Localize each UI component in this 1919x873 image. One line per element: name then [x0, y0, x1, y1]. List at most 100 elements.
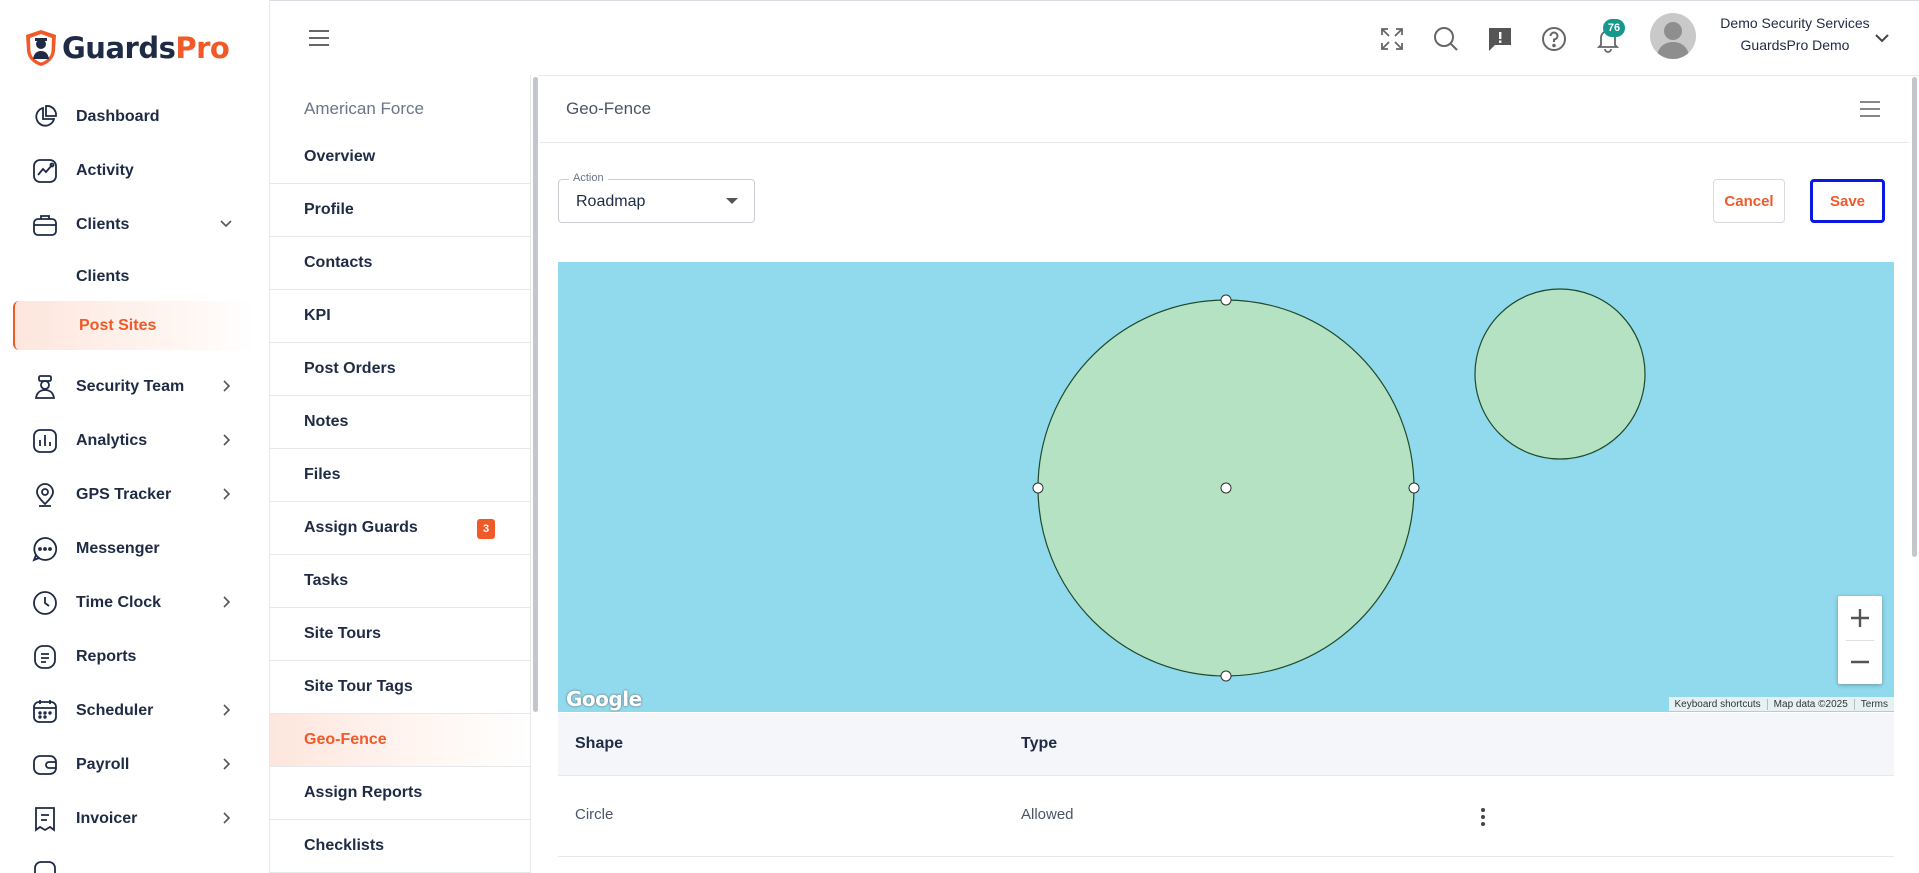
- sidebar-item-label: Scheduler: [76, 702, 154, 719]
- tab-site-tours[interactable]: Site Tours: [270, 608, 530, 661]
- sidebar-item-label: Clients: [76, 216, 130, 233]
- page-scrollbar[interactable]: [1909, 75, 1919, 873]
- tab-tasks[interactable]: Tasks: [270, 555, 530, 608]
- table-row[interactable]: Circle Allowed: [558, 776, 1894, 857]
- sidebar-item-activity[interactable]: Activity: [0, 144, 269, 198]
- sidebar-item-gps-tracker[interactable]: GPS Tracker: [0, 468, 269, 522]
- tab-post-orders[interactable]: Post Orders: [270, 343, 530, 396]
- sidebar-item-scheduler[interactable]: Scheduler: [0, 684, 269, 738]
- chevron-right-icon[interactable]: [219, 757, 233, 771]
- tab-assign-guards[interactable]: Assign Guards 3: [270, 502, 530, 555]
- location-icon: [32, 482, 58, 508]
- help-icon[interactable]: [1540, 25, 1568, 53]
- subnav-scrollbar[interactable]: [531, 75, 539, 873]
- geo-fence-circle[interactable]: [1474, 288, 1646, 460]
- table-header: Shape Type: [558, 713, 1894, 776]
- sidebar-item-invoicer[interactable]: Invoicer: [0, 792, 269, 846]
- tab-geo-fence[interactable]: Geo-Fence: [270, 714, 530, 767]
- cancel-button[interactable]: Cancel: [1713, 179, 1785, 223]
- chevron-right-icon[interactable]: [219, 487, 233, 501]
- sidebar-subitem-clients[interactable]: Clients: [0, 252, 269, 301]
- sidebar-item-messenger[interactable]: Messenger: [0, 522, 269, 576]
- terms-link[interactable]: Terms: [1853, 698, 1894, 710]
- geo-fence-table: Shape Type Circle Allowed: [558, 713, 1894, 857]
- tab-checklists[interactable]: Checklists: [270, 820, 530, 873]
- zoom-in-icon[interactable]: [1838, 596, 1882, 640]
- tab-overview[interactable]: Overview: [270, 131, 530, 184]
- hamburger-menu-icon[interactable]: [308, 29, 330, 47]
- resize-handle-bottom[interactable]: [1220, 670, 1232, 682]
- avatar[interactable]: [1650, 13, 1696, 59]
- menu-icon[interactable]: [1859, 100, 1881, 118]
- chevron-right-icon[interactable]: [219, 703, 233, 717]
- subnav-title: American Force: [304, 99, 424, 118]
- chevron-down-icon[interactable]: [1874, 31, 1890, 45]
- sidebar-item-label: Payroll: [76, 756, 130, 773]
- caret-down-icon: [726, 198, 738, 204]
- wallet-icon: [32, 752, 58, 778]
- tab-label: Assign Guards: [304, 519, 418, 536]
- sidebar-item-analytics[interactable]: Analytics: [0, 414, 269, 468]
- resize-handle-left[interactable]: [1032, 482, 1044, 494]
- zoom-out-icon[interactable]: [1838, 640, 1882, 684]
- tab-files[interactable]: Files: [270, 449, 530, 502]
- sidebar-item-security-team[interactable]: Security Team: [0, 360, 269, 414]
- tab-assign-reports[interactable]: Assign Reports: [270, 767, 530, 820]
- zoom-control: [1838, 596, 1882, 684]
- map-data-text: Map data ©2025: [1766, 698, 1854, 710]
- page-title: Geo-Fence: [566, 99, 652, 118]
- guard-icon: [32, 374, 58, 400]
- chevron-right-icon[interactable]: [219, 433, 233, 447]
- fullscreen-icon[interactable]: [1378, 25, 1406, 53]
- dispatch-icon: [32, 860, 58, 873]
- column-header-type[interactable]: Type: [1021, 735, 1057, 753]
- brand-logo[interactable]: GuardsPro: [24, 28, 230, 68]
- chevron-down-icon[interactable]: [219, 217, 233, 231]
- keyboard-shortcuts-link[interactable]: Keyboard shortcuts: [1669, 699, 1767, 710]
- save-button[interactable]: Save: [1810, 179, 1885, 223]
- user-avatar-icon: [1656, 22, 1690, 59]
- divider: [540, 142, 1909, 143]
- resize-handle-top[interactable]: [1220, 294, 1232, 306]
- feedback-icon[interactable]: [1486, 25, 1514, 53]
- chevron-right-icon[interactable]: [219, 811, 233, 825]
- activity-icon: [32, 158, 58, 184]
- sidebar-item-payroll[interactable]: Payroll: [0, 738, 269, 792]
- center-handle[interactable]: [1220, 482, 1232, 494]
- sidebar-item-label: GPS Tracker: [76, 486, 172, 503]
- chat-icon: [32, 536, 58, 562]
- geo-fence-map[interactable]: Google Keyboard shortcuts Map data ©2025…: [558, 262, 1894, 712]
- sidebar-item-label: Invoicer: [76, 810, 138, 827]
- sidebar-item-partial[interactable]: [0, 846, 269, 873]
- sidebar-item-label: Messenger: [76, 540, 160, 557]
- geo-fence-panel: Geo-Fence Action Roadmap Cancel Save Goo…: [540, 75, 1909, 873]
- tab-contacts[interactable]: Contacts: [270, 237, 530, 290]
- sidebar-item-reports[interactable]: Reports: [0, 630, 269, 684]
- search-icon[interactable]: [1432, 25, 1460, 53]
- notification-badge: 76: [1603, 19, 1625, 37]
- invoice-icon: [32, 806, 58, 832]
- action-select-value: Roadmap: [576, 193, 646, 210]
- resize-handle-right[interactable]: [1408, 482, 1420, 494]
- sidebar-item-dashboard[interactable]: Dashboard: [0, 90, 269, 144]
- more-options-icon[interactable]: [1478, 806, 1488, 828]
- guard-logo-icon: [26, 30, 56, 66]
- column-header-shape[interactable]: Shape: [575, 735, 623, 753]
- chevron-right-icon[interactable]: [219, 595, 233, 609]
- cell-shape: Circle: [575, 806, 614, 823]
- sidebar-item-clients[interactable]: Clients: [0, 198, 269, 252]
- tab-site-tour-tags[interactable]: Site Tour Tags: [270, 661, 530, 714]
- scrollbar-thumb[interactable]: [533, 77, 538, 712]
- subnav-list: Overview Profile Contacts KPI Post Order…: [270, 131, 530, 873]
- cell-type: Allowed: [1021, 806, 1074, 823]
- action-select[interactable]: Action Roadmap: [558, 172, 755, 223]
- chevron-right-icon[interactable]: [219, 379, 233, 393]
- map-shapes: [1032, 288, 1646, 682]
- tab-notes[interactable]: Notes: [270, 396, 530, 449]
- sidebar-subitem-post-sites[interactable]: Post Sites: [13, 301, 255, 350]
- google-logo[interactable]: Google: [566, 687, 642, 711]
- scrollbar-thumb[interactable]: [1912, 77, 1917, 557]
- tab-profile[interactable]: Profile: [270, 184, 530, 237]
- sidebar-item-time-clock[interactable]: Time Clock: [0, 576, 269, 630]
- tab-kpi[interactable]: KPI: [270, 290, 530, 343]
